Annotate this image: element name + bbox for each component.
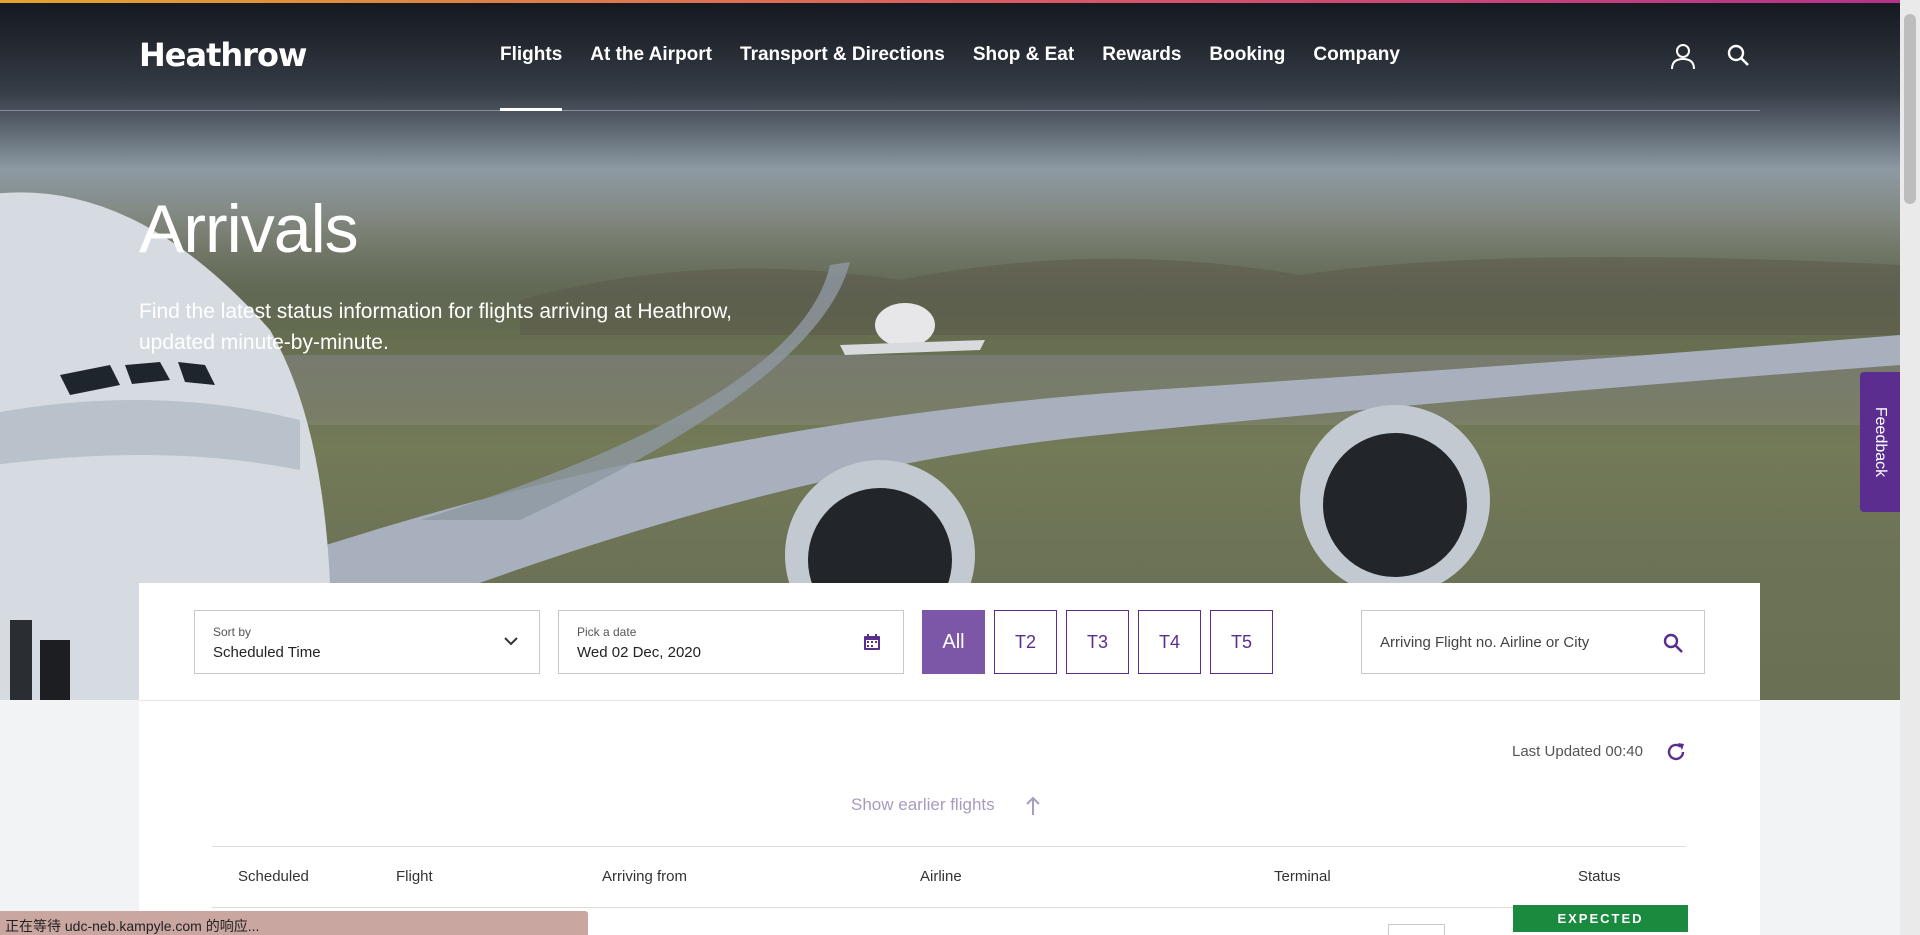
last-updated: Last Updated 00:40: [1512, 743, 1643, 760]
results-panel: Last Updated 00:40 Show earlier flights …: [139, 701, 1760, 935]
flight-search-placeholder: Arriving Flight no. Airline or City: [1380, 634, 1590, 651]
nav-booking[interactable]: Booking: [1209, 44, 1285, 66]
feedback-label: Feedback: [1872, 406, 1889, 478]
page-scrollbar[interactable]: [1900, 0, 1920, 935]
show-earlier-flights[interactable]: Show earlier flights: [851, 795, 995, 815]
scrollbar-thumb[interactable]: [1904, 14, 1916, 204]
page: Heathrow Flights At the Airport Transpor…: [0, 0, 1920, 935]
terminal-t2-button[interactable]: T2: [994, 610, 1057, 674]
chevron-down-icon: [504, 637, 518, 646]
col-scheduled[interactable]: Scheduled: [238, 868, 309, 885]
calendar-icon[interactable]: [863, 633, 881, 651]
nav-company[interactable]: Company: [1313, 44, 1400, 66]
filter-panel: Sort by Scheduled Time Pick a date Wed 0…: [139, 583, 1760, 701]
header-divider: [0, 110, 1760, 111]
main-nav: Flights At the Airport Transport & Direc…: [500, 44, 1428, 111]
nav-rewards[interactable]: Rewards: [1102, 44, 1181, 66]
nav-at-the-airport[interactable]: At the Airport: [590, 44, 712, 66]
user-icon[interactable]: [1669, 42, 1697, 70]
flight-search-input[interactable]: Arriving Flight no. Airline or City: [1361, 610, 1705, 674]
nav-shop-eat[interactable]: Shop & Eat: [973, 44, 1074, 66]
date-picker[interactable]: Pick a date Wed 02 Dec, 2020: [558, 610, 904, 674]
browser-status-bar: 正在等待 udc-neb.kampyle.com 的响应...: [0, 911, 588, 935]
refresh-icon[interactable]: [1665, 741, 1687, 763]
page-title: Arrivals: [139, 191, 359, 267]
col-arriving-from[interactable]: Arriving from: [602, 868, 687, 885]
terminal-t4-button[interactable]: T4: [1138, 610, 1201, 674]
terminal-all-button[interactable]: All: [922, 610, 985, 674]
search-icon[interactable]: [1662, 632, 1684, 654]
arrow-up-icon[interactable]: [1025, 796, 1041, 816]
search-icon[interactable]: [1725, 42, 1753, 70]
flights-table-header: Scheduled Flight Arriving from Airline T…: [212, 846, 1686, 908]
top-accent-bar: [0, 0, 1900, 3]
col-terminal[interactable]: Terminal: [1274, 868, 1331, 885]
terminal-t3-button[interactable]: T3: [1066, 610, 1129, 674]
terminal-t5-button[interactable]: T5: [1210, 610, 1273, 674]
status-badge: EXPECTED: [1513, 905, 1688, 932]
nav-flights[interactable]: Flights: [500, 44, 563, 111]
sort-by-select[interactable]: Sort by Scheduled Time: [194, 610, 540, 674]
heathrow-logo[interactable]: Heathrow: [139, 36, 307, 74]
date-label: Pick a date: [577, 625, 637, 639]
col-airline[interactable]: Airline: [920, 868, 962, 885]
page-description: Find the latest status information for f…: [139, 300, 732, 354]
col-flight[interactable]: Flight: [396, 868, 433, 885]
sort-by-label: Sort by: [213, 625, 252, 639]
feedback-tab[interactable]: Feedback: [1860, 372, 1900, 512]
date-value: Wed 02 Dec, 2020: [577, 644, 701, 661]
nav-transport-directions[interactable]: Transport & Directions: [740, 44, 945, 66]
sort-by-value: Scheduled Time: [213, 644, 321, 661]
row-control[interactable]: [1388, 924, 1445, 935]
col-status[interactable]: Status: [1578, 868, 1621, 885]
